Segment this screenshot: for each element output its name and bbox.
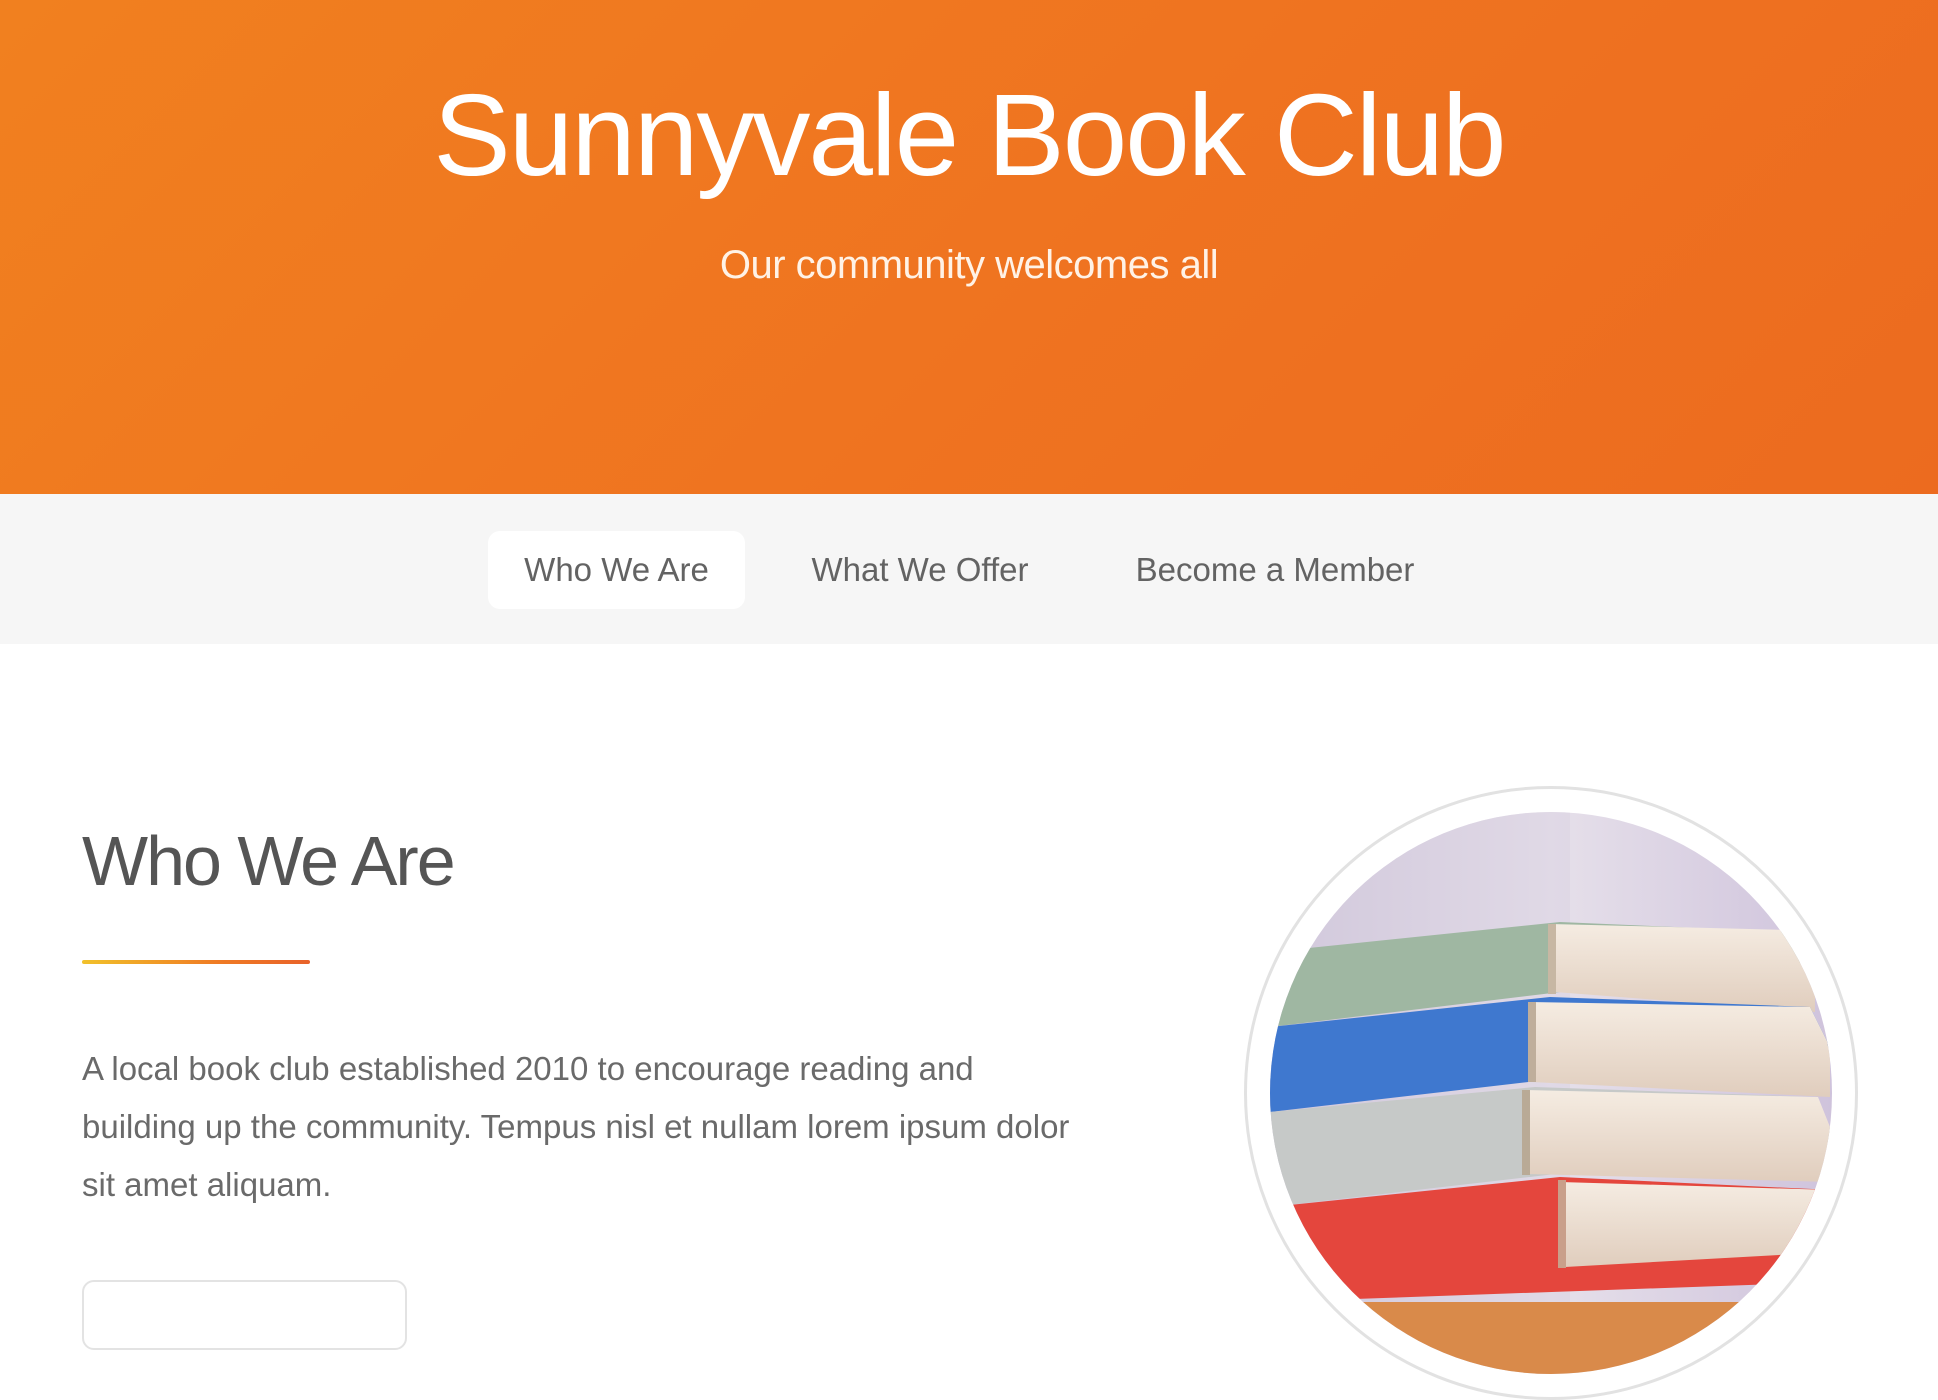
learn-more-button[interactable] [82,1280,407,1350]
books-illustration [1270,812,1832,1374]
section-heading: Who We Are [82,822,456,900]
heading-divider [82,960,310,964]
hero-banner: Sunnyvale Book Club Our community welcom… [0,0,1938,494]
nav-tab-what-we-offer[interactable]: What We Offer [790,531,1050,609]
nav-tab-become-a-member[interactable]: Become a Member [1110,531,1440,609]
site-title: Sunnyvale Book Club [433,70,1506,200]
section-nav: Who We Are What We Offer Become a Member [0,494,1938,644]
intro-section: Who We Are A local book club established… [0,644,1938,1400]
site-subtitle: Our community welcomes all [719,243,1219,287]
nav-tab-who-we-are[interactable]: Who We Are [488,531,745,609]
stacked-books-photo [1270,812,1832,1374]
section-description: A local book club established 2010 to en… [82,1050,1070,1203]
